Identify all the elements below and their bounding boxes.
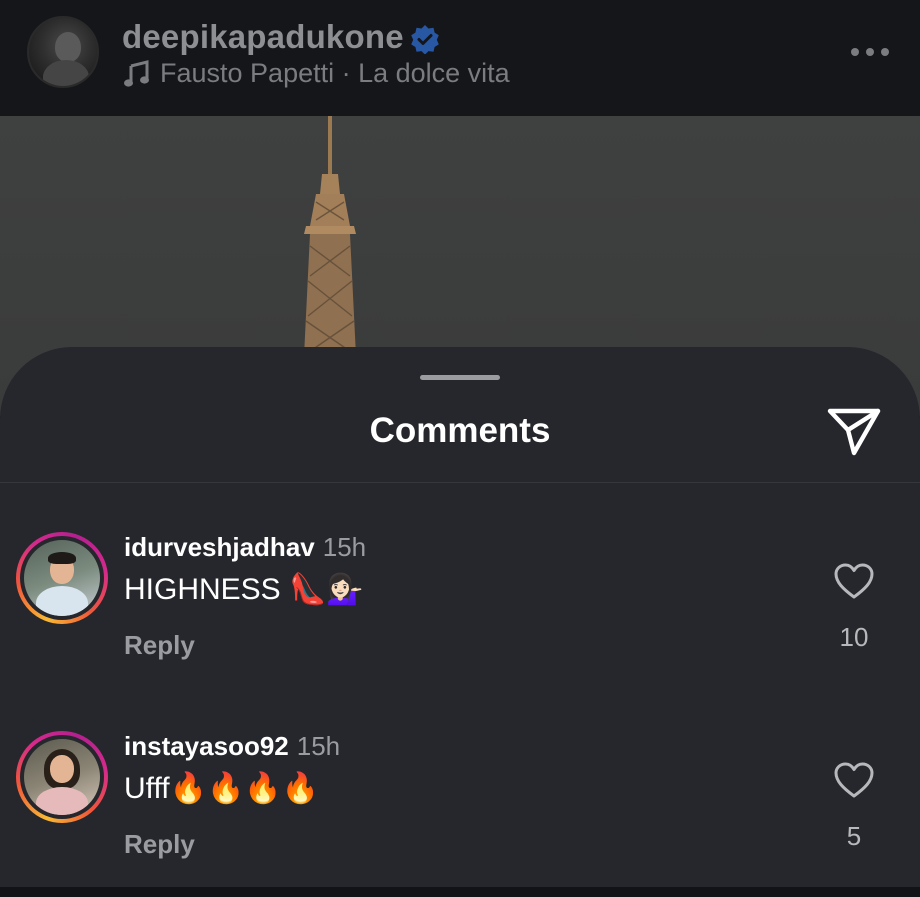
story-ring-gap xyxy=(20,735,104,819)
music-note-icon xyxy=(124,60,149,87)
comment-item: idurveshjadhav 15h HIGHNESS 👠💁🏻‍♀️ Reply … xyxy=(0,528,920,698)
story-ring-gap xyxy=(20,536,104,620)
reply-button[interactable]: Reply xyxy=(124,829,195,860)
commenter-avatar xyxy=(24,540,100,616)
avatar-top xyxy=(36,787,88,815)
more-options-icon[interactable] xyxy=(850,47,890,57)
heart-icon[interactable] xyxy=(833,562,875,600)
verified-badge-icon xyxy=(411,25,439,54)
sheet-title: Comments xyxy=(369,411,551,450)
story-ring[interactable] xyxy=(16,731,108,823)
avatar-shoulders xyxy=(43,60,89,86)
profile-avatar[interactable] xyxy=(27,16,99,88)
sheet-drag-handle[interactable] xyxy=(420,375,500,380)
sheet-divider xyxy=(0,482,920,483)
avatar-hair xyxy=(48,552,76,564)
like-count: 5 xyxy=(846,821,862,851)
story-ring[interactable] xyxy=(16,532,108,624)
eiffel-tower-image xyxy=(304,116,356,356)
music-track-label[interactable]: Fausto Papetti · La dolce vita xyxy=(160,58,510,89)
comment-username-text[interactable]: instayasoo92 xyxy=(124,731,289,761)
post-username[interactable]: deepikapadukone xyxy=(122,18,404,56)
post-header: deepikapadukone Fausto Papetti · La dolc… xyxy=(0,0,920,116)
comment-text: HIGHNESS 👠💁🏻‍♀️ xyxy=(124,573,364,606)
comment-timestamp: 15h xyxy=(296,731,341,761)
avatar-face xyxy=(50,755,74,783)
comment-username[interactable]: instayasoo92 15h xyxy=(124,731,340,762)
heart-icon[interactable] xyxy=(833,761,875,799)
comment-username[interactable]: idurveshjadhav 15h xyxy=(124,532,366,563)
reply-button[interactable]: Reply xyxy=(124,630,195,661)
like-count: 10 xyxy=(839,622,869,652)
comment-timestamp: 15h xyxy=(322,532,367,562)
commenter-avatar xyxy=(24,739,100,815)
comment-text: Ufff🔥🔥🔥🔥 xyxy=(124,772,319,805)
comment-item: instayasoo92 15h Ufff🔥🔥🔥🔥 Reply 5 xyxy=(0,727,920,897)
avatar-head xyxy=(55,32,81,62)
share-send-icon[interactable] xyxy=(826,405,882,457)
comment-username-text[interactable]: idurveshjadhav xyxy=(124,532,315,562)
avatar-shirt xyxy=(36,586,88,616)
